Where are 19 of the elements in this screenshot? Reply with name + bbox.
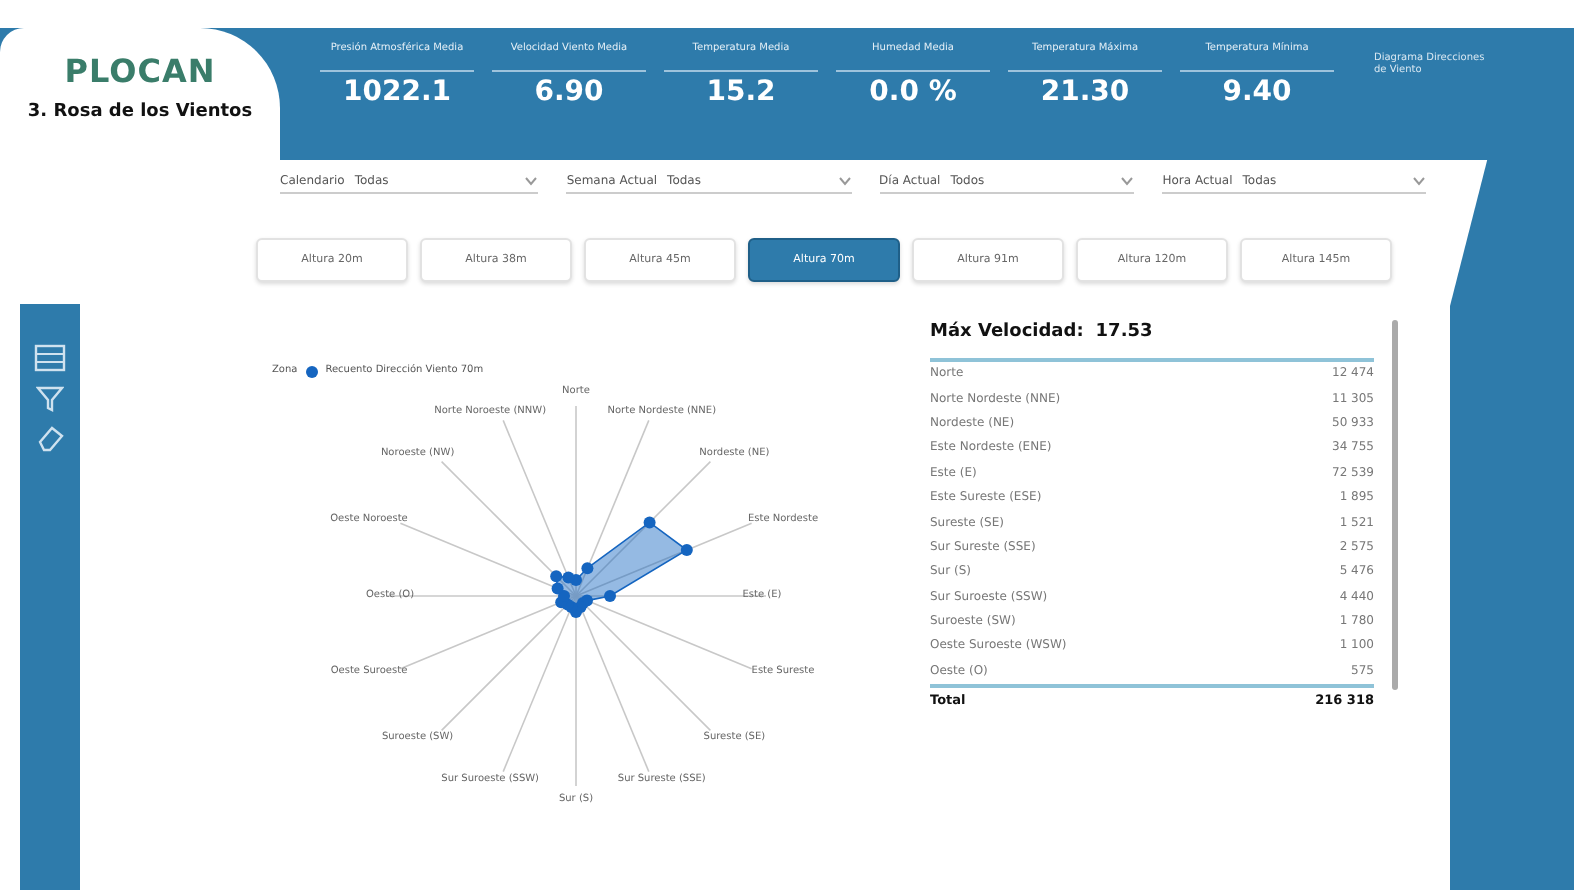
page-title: 3. Rosa de los Vientos — [27, 104, 253, 122]
kpi-value: 15.2 — [706, 78, 776, 106]
caret-icon[interactable] — [1120, 176, 1135, 186]
max-speed-value: 17.53 — [1095, 320, 1153, 346]
caret-icon[interactable] — [837, 176, 852, 186]
kpi-value: 0.0 % — [869, 78, 957, 106]
filter-icon[interactable] — [36, 384, 64, 412]
kpi-value: 9.40 — [1222, 78, 1292, 106]
radar-series — [550, 516, 693, 618]
kpi-value: 6.90 — [534, 78, 604, 106]
scrollbar[interactable] — [1392, 320, 1398, 690]
kpi-value: 1022.1 — [342, 78, 452, 106]
caret-icon[interactable] — [1412, 176, 1427, 186]
logo: PLOCAN — [64, 56, 216, 88]
caret-icon[interactable] — [524, 176, 539, 186]
eraser-icon[interactable] — [36, 424, 64, 452]
table-icon[interactable] — [34, 344, 66, 372]
kpi-value: 21.30 — [1040, 78, 1130, 106]
table-title: Máx Velocidad: — [930, 320, 1084, 346]
